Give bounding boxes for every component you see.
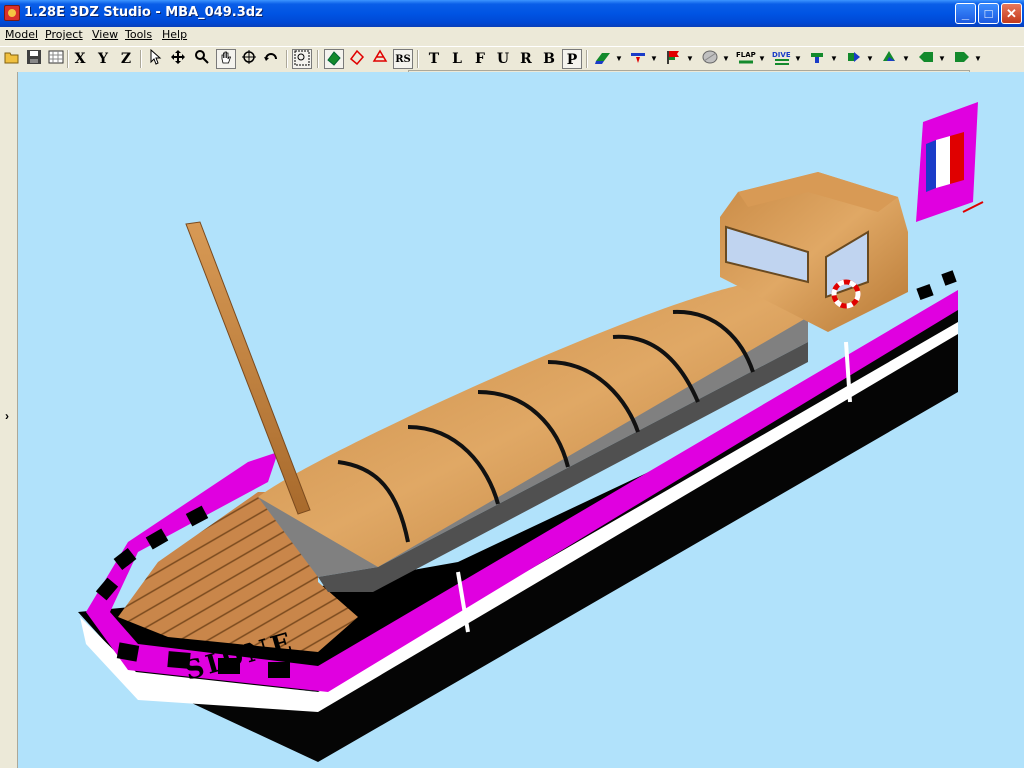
app-icon[interactable] [4, 5, 20, 21]
save-icon[interactable] [24, 49, 44, 69]
wire-shade-icon[interactable] [347, 49, 367, 69]
view-left-button[interactable]: L [447, 49, 467, 69]
title-bar[interactable]: 1.28E 3DZ Studio - MBA_049.3dz _ □ ✕ [0, 0, 1024, 27]
hull-tool-icon[interactable] [880, 49, 900, 69]
maximize-button[interactable]: □ [978, 3, 999, 24]
flap-tool-dropdown[interactable]: ▼ [758, 49, 766, 69]
view-under-button[interactable]: U [493, 49, 513, 69]
axis-y-button[interactable]: Y [93, 49, 113, 69]
menu-help[interactable]: Help [162, 28, 187, 41]
dive-tool-dropdown[interactable]: ▼ [794, 49, 802, 69]
wheel-tool-dropdown[interactable]: ▼ [650, 49, 658, 69]
view-top-button[interactable]: T [424, 49, 444, 69]
view-perspective-button[interactable]: P [562, 49, 582, 69]
app-window: 1.28E 3DZ Studio - MBA_049.3dz _ □ ✕ Mod… [0, 0, 1024, 768]
engine-tool-icon[interactable] [844, 49, 864, 69]
undo-icon[interactable] [261, 49, 281, 69]
flag-stripe-blue [926, 140, 936, 192]
move-icon[interactable] [168, 49, 188, 69]
grid-icon[interactable] [46, 49, 66, 69]
tail-tool-icon[interactable] [952, 49, 972, 69]
flag-stripe-white [936, 136, 950, 188]
solid-shade-icon[interactable] [324, 49, 344, 69]
view-back-button[interactable]: B [539, 49, 559, 69]
wheel-tool-icon[interactable] [628, 49, 648, 69]
dive-tool-button[interactable]: DIVE [772, 49, 792, 69]
nose-tool-icon[interactable] [916, 49, 936, 69]
open-folder-icon[interactable] [2, 49, 22, 69]
expand-panel-arrow-icon[interactable]: › [5, 409, 9, 423]
zoom-extents-icon[interactable] [292, 49, 312, 69]
gun-tool-icon[interactable] [808, 49, 828, 69]
side-panel-collapsed: › [0, 72, 18, 768]
menu-tools[interactable]: Tools [125, 28, 152, 41]
menu-bar: Model Project View Tools Help [0, 27, 1024, 45]
main-toolbar: X Y Z RS T L F U R B P ▼ ▼ ▼ ▼ FLAP ▼ DI… [0, 46, 1024, 72]
view-front-button[interactable]: F [470, 49, 490, 69]
flag-stripe-red [950, 132, 964, 184]
disk-tool-dropdown[interactable]: ▼ [722, 49, 730, 69]
hull-tool-dropdown[interactable]: ▼ [902, 49, 910, 69]
pointer-icon[interactable] [145, 48, 165, 69]
engine-tool-dropdown[interactable]: ▼ [866, 49, 874, 69]
gun-tool-dropdown[interactable]: ▼ [830, 49, 838, 69]
menu-view[interactable]: View [92, 28, 118, 41]
window-title: 1.28E 3DZ Studio - MBA_049.3dz [24, 5, 263, 20]
view-right-button[interactable]: R [516, 49, 536, 69]
flag-tool-dropdown[interactable]: ▼ [686, 49, 694, 69]
rs-button[interactable]: RS [393, 49, 413, 69]
tail-tool-dropdown[interactable]: ▼ [974, 49, 982, 69]
minimize-button[interactable]: _ [955, 3, 976, 24]
axis-z-button[interactable]: Z [116, 49, 136, 69]
close-button[interactable]: ✕ [1001, 3, 1022, 24]
boat-model-render: SIDNE [78, 102, 984, 762]
axis-x-button[interactable]: X [70, 49, 90, 69]
magnifier-icon[interactable] [192, 49, 212, 69]
hand-icon[interactable] [216, 49, 236, 69]
menu-model[interactable]: Model [5, 28, 38, 41]
3d-viewport[interactable]: SIDNE [18, 72, 1024, 768]
nose-tool-dropdown[interactable]: ▼ [938, 49, 946, 69]
disk-tool-icon[interactable] [700, 49, 720, 69]
plane-tool-dropdown[interactable]: ▼ [615, 49, 623, 69]
wireframe-icon[interactable] [370, 49, 390, 69]
flap-tool-button[interactable]: FLAP [736, 49, 756, 69]
plane-tool-icon[interactable] [593, 49, 613, 69]
rotate-icon[interactable] [239, 49, 259, 69]
menu-project[interactable]: Project [45, 28, 83, 41]
flag-tool-icon[interactable] [664, 49, 684, 69]
